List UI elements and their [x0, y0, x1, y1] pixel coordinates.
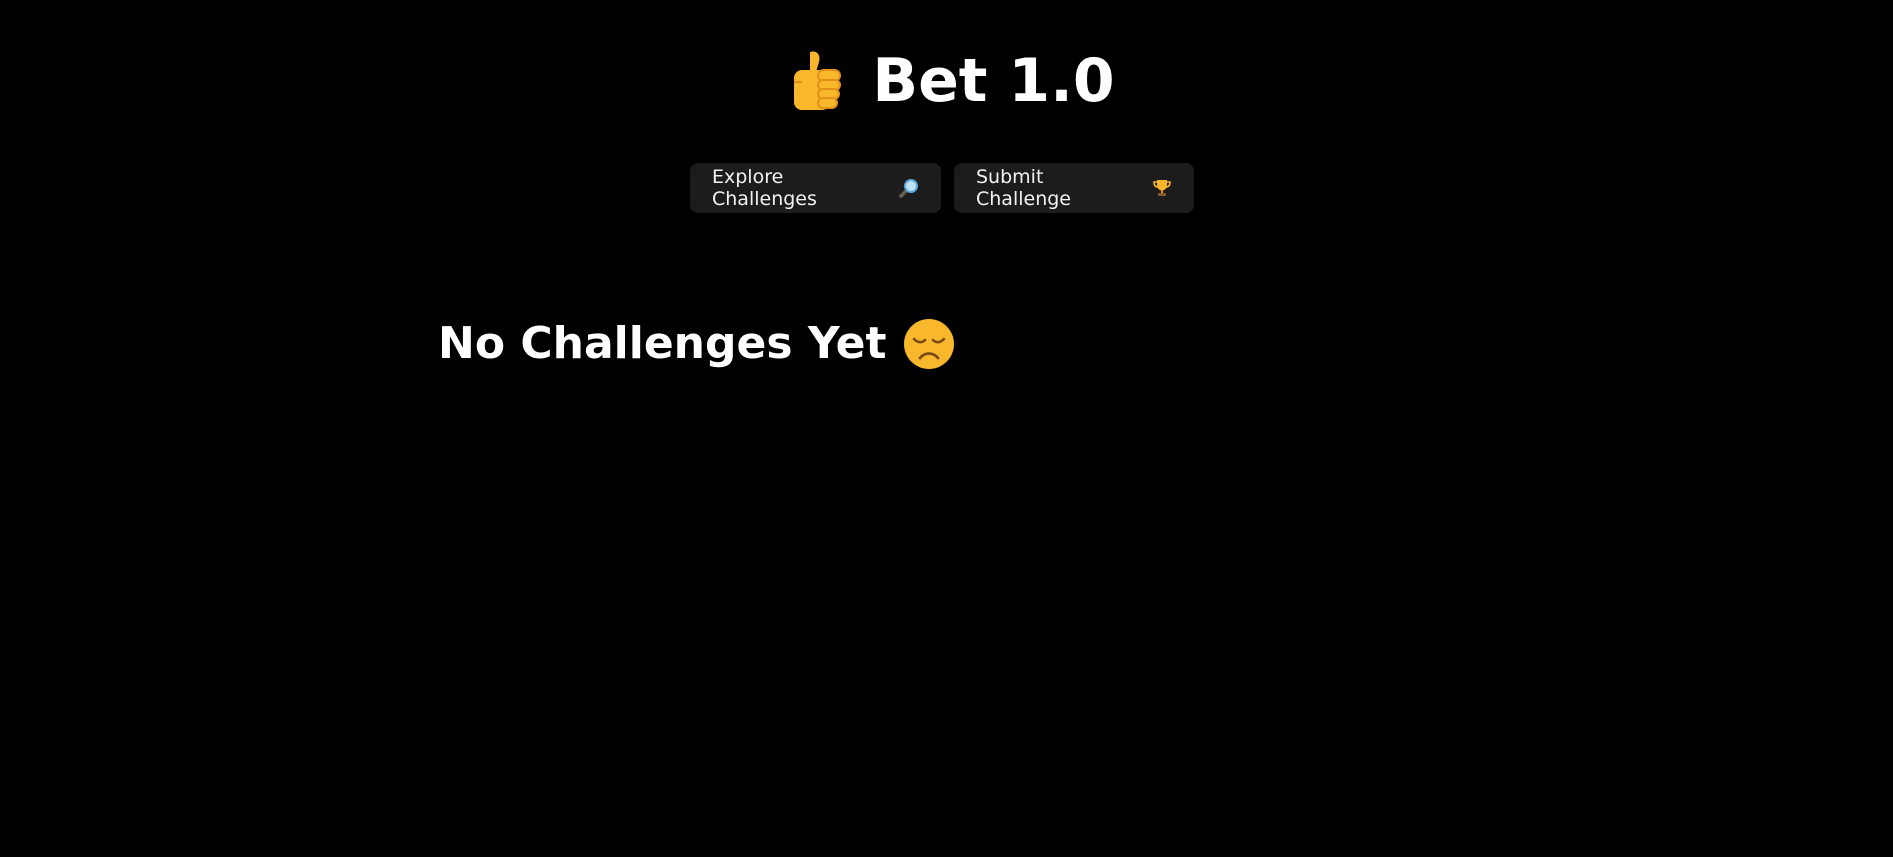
empty-state: No Challenges Yet [438, 318, 955, 370]
header: Bet 1.0 [0, 48, 1893, 114]
submit-challenge-label: Submit Challenge [976, 166, 1071, 210]
explore-challenges-label: Explore Challenges [712, 166, 817, 210]
title-row: Bet 1.0 [788, 46, 1115, 116]
nav-bar: Explore Challenges Submit Challenge [690, 163, 1194, 213]
sad-face-icon [903, 318, 955, 370]
empty-state-title: No Challenges Yet [438, 318, 887, 369]
trophy-icon [1152, 178, 1172, 198]
explore-challenges-button[interactable]: Explore Challenges [690, 163, 941, 213]
thumbs-up-icon [788, 48, 848, 114]
submit-challenge-button[interactable]: Submit Challenge [954, 163, 1194, 213]
magnifying-glass-icon [899, 178, 919, 198]
app-title: Bet 1.0 [872, 46, 1115, 116]
app-page: Bet 1.0 Explore Challenges Submit Challe… [0, 0, 1893, 858]
